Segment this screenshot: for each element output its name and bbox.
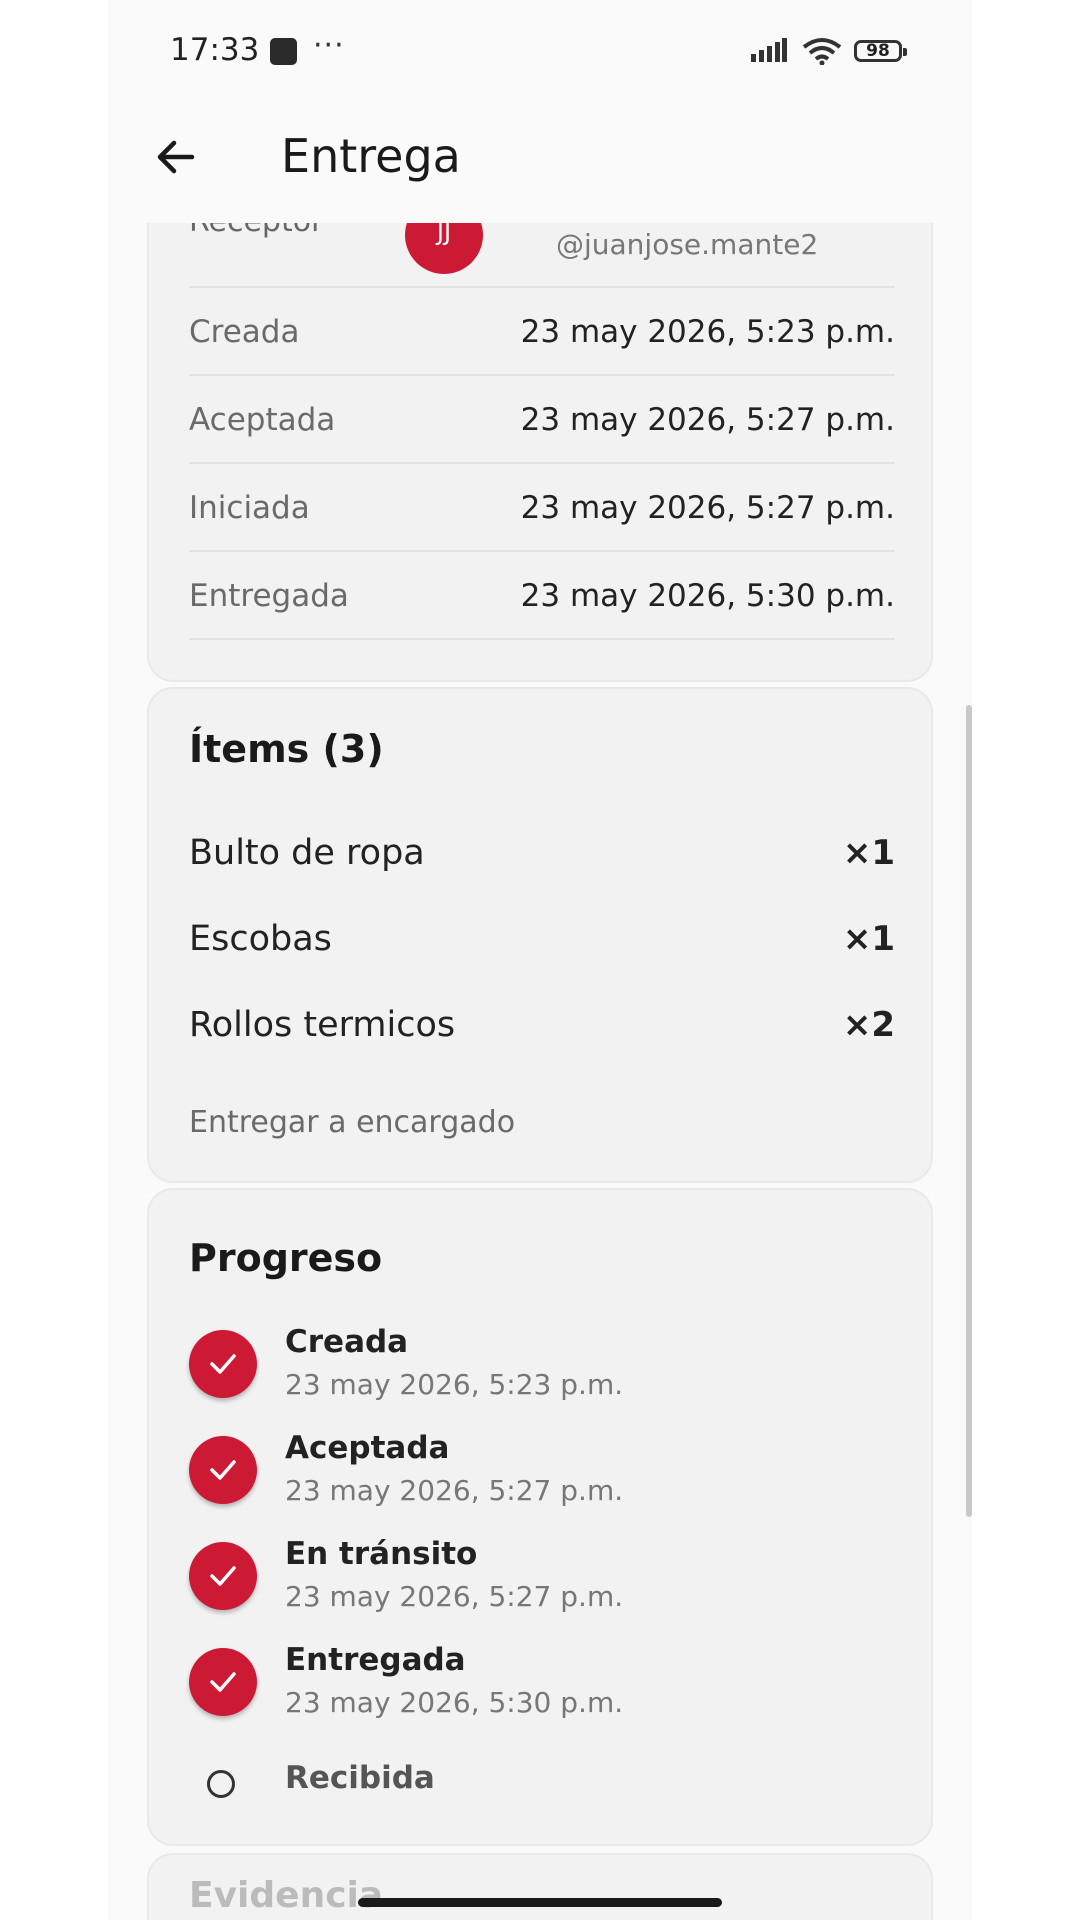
step-title: Entregada — [285, 1642, 466, 1678]
progress-step-en-transito: En tránsito 23 may 2026, 5:27 p.m. — [189, 1536, 895, 1636]
progress-step-aceptada: Aceptada 23 may 2026, 5:27 p.m. — [189, 1430, 895, 1530]
item-name: Escobas — [189, 919, 332, 959]
item-row: Rollos termicos ×2 — [189, 1005, 895, 1065]
receptor-username: @juanjose.mante2 — [556, 228, 819, 261]
step-time: 23 may 2026, 5:30 p.m. — [285, 1686, 624, 1719]
status-bar: 17:33 ··· 98 — [108, 0, 972, 105]
details-card: Receptor JJ @juanjose.mante2 Creada 23 m… — [147, 150, 933, 682]
check-circle-icon — [189, 1542, 257, 1610]
items-card: Ítems (3) Bulto de ropa ×1 Escobas ×1 Ro… — [147, 687, 933, 1183]
detail-row-iniciada: Iniciada 23 may 2026, 5:27 p.m. — [189, 462, 895, 550]
check-circle-icon — [189, 1436, 257, 1504]
items-title: Ítems (3) — [189, 727, 384, 771]
detail-label: Entregada — [189, 578, 349, 614]
item-name: Bulto de ropa — [189, 833, 425, 873]
detail-value: 23 may 2026, 5:30 p.m. — [520, 578, 895, 614]
divider — [189, 638, 895, 640]
item-qty: ×1 — [842, 919, 895, 959]
step-title: Aceptada — [285, 1430, 450, 1466]
more-notifications-icon: ··· — [313, 28, 345, 63]
back-arrow-icon[interactable] — [152, 133, 200, 181]
detail-label: Aceptada — [189, 402, 336, 438]
signal-icon — [751, 38, 787, 62]
evidence-card: Evidencia — [147, 1853, 933, 1920]
detail-label: Creada — [189, 314, 300, 350]
step-time: 23 may 2026, 5:27 p.m. — [285, 1580, 624, 1613]
detail-value: 23 may 2026, 5:23 p.m. — [520, 314, 895, 350]
screen: 17:33 ··· 98 Entrega Receptor JJ @juanjo… — [108, 0, 972, 1920]
detail-value: 23 may 2026, 5:27 p.m. — [520, 402, 895, 438]
item-row: Bulto de ropa ×1 — [189, 833, 895, 893]
detail-label: Iniciada — [189, 490, 310, 526]
detail-value: 23 may 2026, 5:27 p.m. — [520, 490, 895, 526]
wifi-icon — [802, 38, 842, 65]
item-row: Escobas ×1 — [189, 919, 895, 979]
step-title: Recibida — [285, 1760, 435, 1796]
progress-title: Progreso — [189, 1236, 383, 1280]
step-title: En tránsito — [285, 1536, 478, 1572]
progress-card: Progreso Creada 23 may 2026, 5:23 p.m. A… — [147, 1188, 933, 1846]
check-circle-icon — [189, 1330, 257, 1398]
progress-step-entregada: Entregada 23 may 2026, 5:30 p.m. — [189, 1642, 895, 1742]
detail-row-creada: Creada 23 may 2026, 5:23 p.m. — [189, 286, 895, 374]
progress-step-recibida: Recibida — [189, 1756, 895, 1852]
check-circle-icon — [189, 1648, 257, 1716]
item-qty: ×1 — [842, 833, 895, 873]
evidence-title: Evidencia — [189, 1875, 384, 1916]
status-time: 17:33 — [170, 32, 260, 68]
empty-circle-icon — [207, 1770, 235, 1798]
progress-step-creada: Creada 23 may 2026, 5:23 p.m. — [189, 1324, 895, 1424]
page-title: Entrega — [281, 129, 461, 183]
home-indicator[interactable] — [358, 1898, 722, 1907]
battery-icon: 98 — [854, 40, 907, 62]
screen-record-icon — [270, 38, 297, 65]
item-qty: ×2 — [842, 1005, 895, 1045]
detail-row-aceptada: Aceptada 23 may 2026, 5:27 p.m. — [189, 374, 895, 462]
app-bar: Entrega — [108, 105, 972, 223]
step-title: Creada — [285, 1324, 409, 1360]
item-name: Rollos termicos — [189, 1005, 456, 1045]
step-time: 23 may 2026, 5:27 p.m. — [285, 1474, 624, 1507]
scrollbar[interactable] — [966, 705, 972, 1517]
items-note: Entregar a encargado — [189, 1105, 516, 1140]
step-time: 23 may 2026, 5:23 p.m. — [285, 1368, 624, 1401]
detail-row-entregada: Entregada 23 may 2026, 5:30 p.m. — [189, 550, 895, 638]
